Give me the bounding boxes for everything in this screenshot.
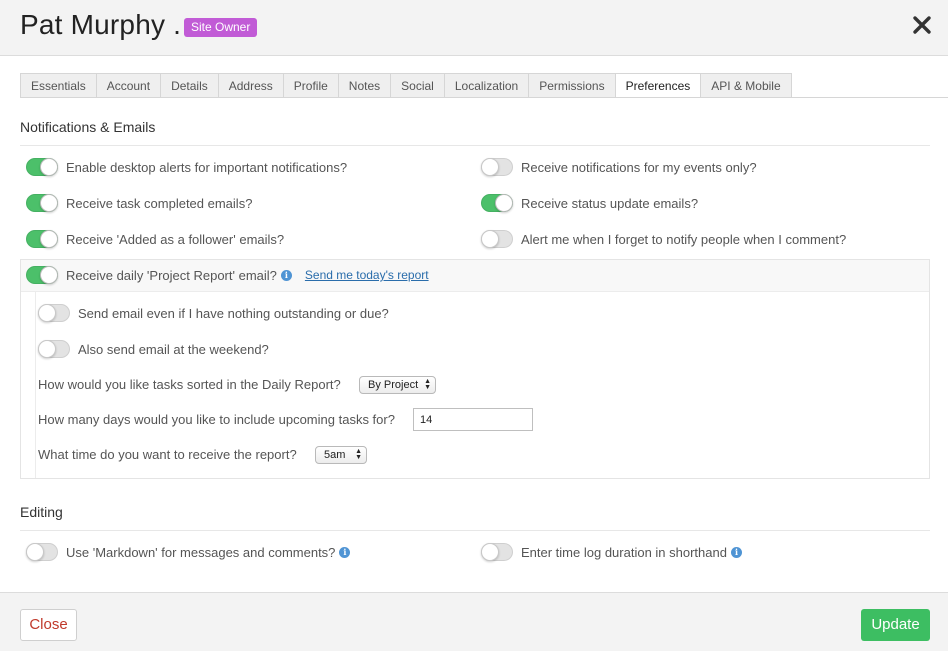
time-select-value: 5am <box>324 449 346 461</box>
forget-notify-toggle[interactable] <box>481 230 513 248</box>
update-button[interactable]: Update <box>861 609 930 641</box>
daily-report-indent-line <box>35 292 36 478</box>
desktop-alerts-label: Enable desktop alerts for important noti… <box>66 159 348 175</box>
section-divider <box>20 530 930 531</box>
days-input[interactable] <box>413 408 533 431</box>
info-icon[interactable]: i <box>280 269 292 281</box>
section-divider <box>20 145 930 146</box>
tab-localization[interactable]: Localization <box>443 73 529 98</box>
option-markdown: Use 'Markdown' for messages and comments… <box>26 542 351 562</box>
role-badge: Site Owner <box>184 18 258 37</box>
tab-social[interactable]: Social <box>390 73 444 98</box>
status-update-toggle[interactable] <box>481 194 513 212</box>
sort-question: How would you like tasks sorted in the D… <box>38 377 341 392</box>
status-update-label: Receive status update emails? <box>521 195 699 211</box>
option-status-update: Receive status update emails? <box>481 193 698 213</box>
daily-report-label: Receive daily 'Project Report' email? <box>66 267 277 283</box>
sort-select[interactable]: By Project ▲ ▼ <box>359 376 436 394</box>
daily-report-panel <box>20 259 930 479</box>
modal-header: Pat Murphy . Site Owner <box>0 0 948 56</box>
added-follower-label: Receive 'Added as a follower' emails? <box>66 231 285 247</box>
weekend-toggle[interactable] <box>38 340 70 358</box>
task-completed-label: Receive task completed emails? <box>66 195 253 211</box>
modal-footer: Close Update <box>0 592 948 651</box>
tab-details[interactable]: Details <box>160 73 218 98</box>
select-arrows-icon: ▲ ▼ <box>355 448 362 461</box>
close-icon[interactable] <box>910 13 934 37</box>
markdown-toggle[interactable] <box>26 543 58 561</box>
tab-address[interactable]: Address <box>217 73 283 98</box>
send-report-link[interactable]: Send me today's report <box>305 268 429 282</box>
sort-select-value: By Project <box>368 379 419 391</box>
tab-profile[interactable]: Profile <box>282 73 338 98</box>
option-forget-notify: Alert me when I forget to notify people … <box>481 229 846 249</box>
option-own-events-only: Receive notifications for my events only… <box>481 157 757 177</box>
option-daily-report: Receive daily 'Project Report' email? i … <box>26 265 429 285</box>
time-log-shorthand-label: Enter time log duration in shorthand <box>521 544 727 560</box>
send-even-if-nothing-toggle[interactable] <box>38 304 70 322</box>
forget-notify-label: Alert me when I forget to notify people … <box>521 231 847 247</box>
select-arrows-icon: ▲ ▼ <box>424 378 431 391</box>
tab-preferences[interactable]: Preferences <box>614 73 701 98</box>
time-select[interactable]: 5am ▲ ▼ <box>315 446 367 464</box>
markdown-label: Use 'Markdown' for messages and comments… <box>66 544 336 560</box>
tab-account[interactable]: Account <box>95 73 161 98</box>
info-icon[interactable]: i <box>730 546 742 558</box>
tab-essentials[interactable]: Essentials <box>20 73 96 98</box>
send-even-if-nothing-label: Send email even if I have nothing outsta… <box>78 305 389 321</box>
tab-underline <box>20 97 948 98</box>
tab-bar: Essentials Account Details Address Profi… <box>20 73 792 98</box>
close-button[interactable]: Close <box>20 609 77 641</box>
option-desktop-alerts: Enable desktop alerts for important noti… <box>26 157 347 177</box>
weekend-label: Also send email at the weekend? <box>78 341 269 357</box>
tab-permissions[interactable]: Permissions <box>528 73 615 98</box>
notifications-section-title: Notifications & Emails <box>20 119 156 135</box>
time-question: What time do you want to receive the rep… <box>38 447 297 462</box>
option-added-follower: Receive 'Added as a follower' emails? <box>26 229 284 249</box>
own-events-toggle[interactable] <box>481 158 513 176</box>
option-task-completed: Receive task completed emails? <box>26 193 252 213</box>
tab-notes[interactable]: Notes <box>337 73 391 98</box>
own-events-label: Receive notifications for my events only… <box>521 159 757 175</box>
info-icon[interactable]: i <box>339 546 351 558</box>
task-completed-toggle[interactable] <box>26 194 58 212</box>
tab-api-mobile[interactable]: API & Mobile <box>700 73 792 98</box>
editing-section-title: Editing <box>20 504 63 520</box>
option-send-even-if-nothing: Send email even if I have nothing outsta… <box>38 303 389 323</box>
added-follower-toggle[interactable] <box>26 230 58 248</box>
user-name: Pat Murphy . <box>20 9 182 40</box>
option-time-log-shorthand: Enter time log duration in shorthand i <box>481 542 742 562</box>
time-log-shorthand-toggle[interactable] <box>481 543 513 561</box>
days-question: How many days would you like to include … <box>38 412 395 427</box>
desktop-alerts-toggle[interactable] <box>26 158 58 176</box>
option-weekend: Also send email at the weekend? <box>38 339 269 359</box>
daily-report-toggle[interactable] <box>26 266 58 284</box>
